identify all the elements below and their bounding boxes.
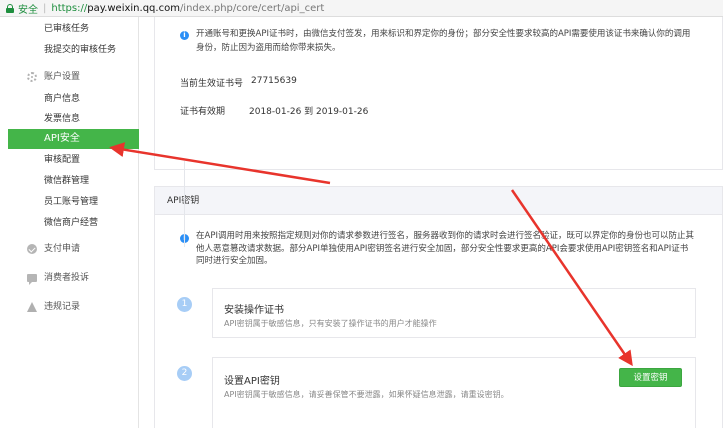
cert-validity-label: 证书有效期 [180, 107, 226, 117]
cert-notice-line: 开通账号和更换API证书时，由微信支付签发，用来标识和界定你的身份；部分安全性要… [196, 29, 691, 39]
sidebar-item-merchant-info[interactable]: 商户信息 [0, 89, 139, 109]
sidebar-group-account-settings[interactable]: 账户设置 [0, 67, 139, 87]
set-api-key-button[interactable]: 设置密钥 [619, 368, 682, 387]
address-separator: | [43, 2, 47, 14]
sidebar-item-label: 已审核任务 [44, 24, 90, 34]
step-number: 1 [177, 297, 192, 312]
sidebar-item-label: 微信群管理 [44, 176, 90, 186]
api-cert-card: i 开通账号和更换API证书时，由微信支付签发，用来标识和界定你的身份；部分安全… [154, 17, 723, 170]
sidebar-item-my-submitted-tasks[interactable]: 我提交的审核任务 [0, 40, 139, 60]
sidebar-group-label: 违规记录 [44, 302, 81, 312]
step-install-cert: 安装操作证书 API密钥属于敏感信息，只有安装了操作证书的用户才能操作 [212, 288, 696, 338]
sidebar-item-wechat-merchant-ops[interactable]: 微信商户经营 [0, 213, 139, 233]
sidebar-item-label: 发票信息 [44, 114, 81, 124]
check-circle-icon [27, 244, 37, 254]
sidebar-item-invoice-info[interactable]: 发票信息 [0, 109, 139, 129]
step-desc: API密钥属于敏感信息，请妥善保管不要泄露，如果怀疑信息泄露，请重设密钥。 [224, 390, 509, 399]
sidebar-item-label: 员工账号管理 [44, 197, 99, 207]
sidebar-group-label: 账户设置 [44, 72, 81, 82]
sidebar-item-label: 微信商户经营 [44, 218, 99, 228]
sidebar-item-approved-tasks[interactable]: 已审核任务 [0, 19, 139, 39]
cert-notice-line: 身份，防止因为盗用而给你带来损失。 [196, 43, 341, 53]
api-key-card-header: API密钥 [155, 187, 722, 215]
secure-label: 安全 [18, 4, 38, 16]
gear-icon [27, 72, 37, 82]
sidebar-item-label: API安全 [44, 133, 80, 144]
step-connector [184, 161, 185, 247]
step-number: 2 [177, 366, 192, 381]
cert-validity-value: 2018-01-26 到 2019-01-26 [249, 107, 369, 117]
sidebar-item-label: 商户信息 [44, 94, 81, 104]
step-desc: API密钥属于敏感信息，只有安装了操作证书的用户才能操作 [224, 319, 437, 328]
lock-icon [6, 3, 14, 13]
sidebar-item-label: 审核配置 [44, 155, 81, 165]
api-key-notice-line: 在API调用时用来按照指定规则对你的请求参数进行签名，服务器收到你的请求时会进行… [196, 231, 694, 241]
sidebar-item-wechat-group-mgmt[interactable]: 微信群管理 [0, 171, 139, 191]
api-key-notice-line: 同时进行安全加固。 [196, 256, 273, 266]
sidebar-group-label: 消费者投诉 [44, 273, 90, 283]
cert-serial-label: 当前生效证书号 [180, 79, 244, 89]
chat-icon [27, 274, 37, 285]
api-key-notice: 在API调用时用来按照指定规则对你的请求参数进行签名，服务器收到你的请求时会进行… [196, 230, 721, 268]
sidebar-item-api-security[interactable]: API安全 [8, 129, 139, 149]
sidebar: 已审核任务 我提交的审核任务 账户设置 商户信息 发票信息 API安全 审核配置… [0, 17, 139, 428]
sidebar-item-label: 我提交的审核任务 [44, 45, 117, 55]
address-bar[interactable]: 安全 | https:// pay.weixin.qq.com /index.p… [0, 0, 723, 17]
cert-serial-value: 27715639 [251, 76, 297, 86]
url-scheme: https:// [51, 2, 88, 14]
sidebar-group-label: 支付申请 [44, 244, 81, 254]
sidebar-item-staff-account-mgmt[interactable]: 员工账号管理 [0, 192, 139, 212]
warning-icon [27, 302, 37, 312]
sidebar-group-consumer-complaints[interactable]: 消费者投诉 [0, 268, 139, 288]
sidebar-group-payment-application[interactable]: 支付申请 [0, 239, 139, 259]
info-icon: i [180, 31, 189, 40]
step-title: 设置API密钥 [224, 376, 280, 387]
step-title: 安装操作证书 [224, 305, 284, 316]
api-key-notice-line: 他人恶意篡改请求数据。部分API单独使用API密钥签名进行安全加固，部分安全性要… [196, 243, 689, 254]
sidebar-item-review-config[interactable]: 审核配置 [0, 150, 139, 170]
main-content: i 开通账号和更换API证书时，由微信支付签发，用来标识和界定你的身份；部分安全… [150, 17, 723, 428]
sidebar-group-violation-records[interactable]: 违规记录 [0, 297, 139, 317]
url-path: /index.php/core/cert/api_cert [179, 2, 325, 14]
cert-notice: 开通账号和更换API证书时，由微信支付签发，用来标识和界定你的身份；部分安全性要… [196, 27, 716, 55]
url-host: pay.weixin.qq.com [87, 2, 180, 14]
